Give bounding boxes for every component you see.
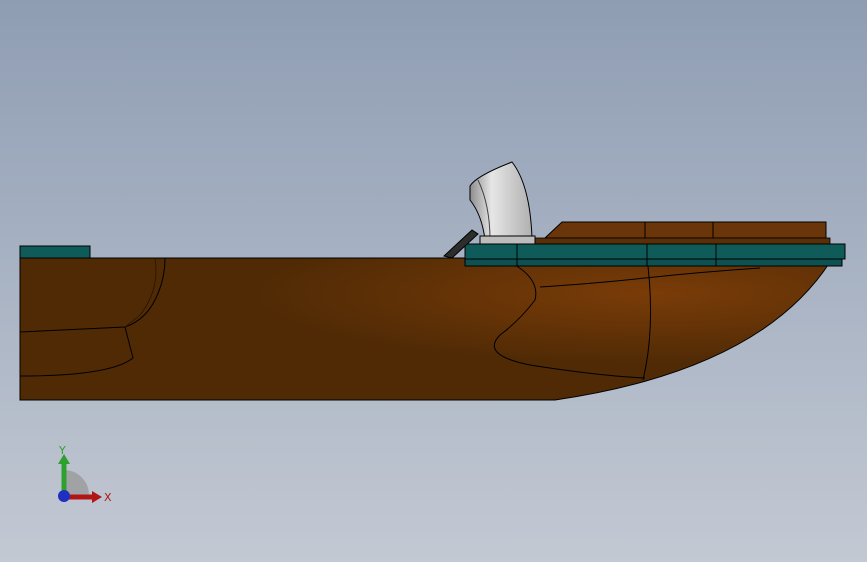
z-axis-icon xyxy=(58,490,70,502)
seat-base[interactable] xyxy=(479,235,536,245)
y-axis-label: Y xyxy=(58,444,66,457)
seat-back[interactable] xyxy=(469,161,533,241)
bow-deck-trim[interactable] xyxy=(464,243,846,260)
x-axis-arrow-icon xyxy=(92,491,102,503)
x-axis-label: X xyxy=(104,491,112,504)
bow-upper-deck[interactable] xyxy=(543,221,827,239)
boat-model[interactable] xyxy=(0,0,867,562)
stern-deck-trim[interactable] xyxy=(19,245,91,259)
hull-body[interactable] xyxy=(19,257,831,401)
coordinate-triad: Y X xyxy=(58,444,112,504)
triad-plane-indicator xyxy=(64,470,89,495)
graphics-viewport[interactable]: Y X xyxy=(0,0,867,562)
